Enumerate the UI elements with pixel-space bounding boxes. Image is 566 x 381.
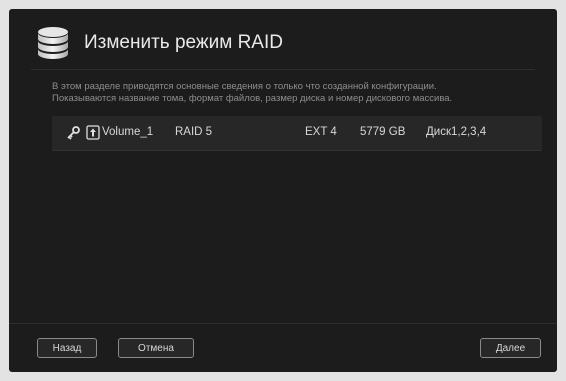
header-divider [31, 69, 535, 70]
key-icon [67, 126, 80, 140]
description-line-1: В этом разделе приводятся основные сведе… [52, 81, 437, 92]
file-system: EXT 4 [305, 126, 337, 138]
footer-divider [9, 323, 557, 324]
next-button[interactable]: Далее [480, 338, 541, 358]
volume-row: Volume_1 RAID 5 EXT 4 5779 GB Диск1,2,3,… [52, 116, 542, 151]
page-title: Изменить режим RAID [84, 32, 283, 53]
database-icon [38, 27, 68, 59]
volume-size: 5779 GB [360, 126, 406, 138]
raid-wizard-dialog: Изменить режим RAID В этом разделе приво… [9, 9, 557, 372]
description-line-2: Показываются название тома, формат файло… [52, 93, 453, 104]
raid-level: RAID 5 [175, 126, 213, 138]
disk-list: Диск1,2,3,4 [426, 126, 487, 138]
back-button[interactable]: Назад [37, 338, 97, 358]
volume-icon [86, 125, 100, 140]
description-text: В этом разделе приводятся основные сведе… [52, 81, 532, 105]
dialog-header: Изменить режим RAID [35, 25, 535, 61]
cancel-button[interactable]: Отмена [118, 338, 194, 358]
volume-name: Volume_1 [102, 126, 154, 138]
